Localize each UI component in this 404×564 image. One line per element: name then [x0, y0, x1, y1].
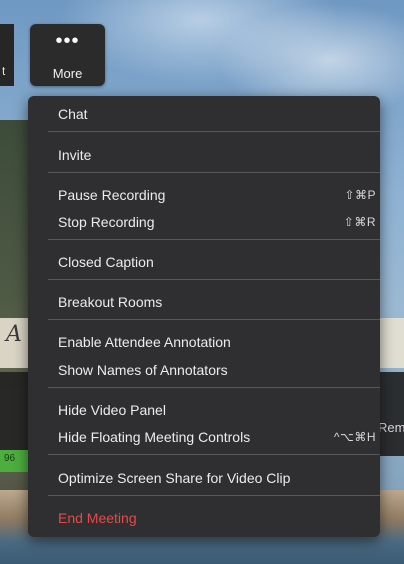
menu-divider [48, 387, 380, 388]
meeting-screen: A Ne Rem 96 t ••• More Chat Invite Pause… [0, 0, 404, 564]
menu-item-end-meeting[interactable]: End Meeting [58, 508, 358, 528]
menu-divider [48, 239, 380, 240]
more-button-label: More [52, 66, 83, 81]
menu-item-label: Show Names of Annotators [58, 362, 228, 378]
menu-item-label: Invite [58, 147, 92, 163]
menu-divider [48, 172, 380, 173]
menu-item-label: End Meeting [58, 510, 137, 526]
menu-item-hide-video-panel[interactable]: Hide Video Panel [58, 400, 358, 420]
more-menu: Chat Invite Pause Recording ⇧⌘P Stop Rec… [28, 96, 380, 537]
toolbar-left-label: t [2, 64, 6, 78]
menu-item-show-annotators[interactable]: Show Names of Annotators [58, 360, 358, 380]
menu-item-label: Enable Attendee Annotation [58, 334, 231, 350]
menu-item-closed-caption[interactable]: Closed Caption [58, 252, 358, 272]
menu-divider [48, 454, 380, 455]
menu-item-label: Stop Recording [58, 214, 155, 230]
background-toolbar-fragment-right: Rem [378, 420, 404, 435]
menu-item-optimize-screen-share[interactable]: Optimize Screen Share for Video Clip [58, 468, 358, 488]
menu-divider [48, 495, 380, 496]
menu-divider [48, 319, 380, 320]
more-button[interactable]: ••• More [30, 24, 105, 86]
menu-item-chat[interactable]: Chat [58, 104, 358, 124]
menu-divider [48, 131, 380, 132]
menu-divider [48, 279, 380, 280]
menu-item-label: Breakout Rooms [58, 294, 163, 310]
menu-item-pause-recording[interactable]: Pause Recording ⇧⌘P [58, 185, 376, 205]
background-green-text: 96 [4, 453, 16, 464]
ellipsis-icon: ••• [55, 30, 80, 52]
menu-item-stop-recording[interactable]: Stop Recording ⇧⌘R [58, 212, 375, 232]
menu-item-shortcut: ^⌥⌘H [333, 430, 376, 444]
menu-item-label: Hide Video Panel [58, 402, 166, 418]
menu-item-label: Chat [58, 106, 88, 122]
menu-item-label: Optimize Screen Share for Video Clip [58, 470, 291, 486]
menu-item-label: Hide Floating Meeting Controls [58, 429, 251, 445]
menu-item-label: Closed Caption [58, 254, 154, 270]
menu-item-label: Pause Recording [58, 187, 166, 203]
menu-item-breakout-rooms[interactable]: Breakout Rooms [58, 292, 358, 312]
menu-item-hide-floating-controls[interactable]: Hide Floating Meeting Controls ^⌥⌘H [58, 427, 375, 447]
menu-item-enable-annotation[interactable]: Enable Attendee Annotation [58, 332, 358, 352]
menu-item-shortcut: ⇧⌘R [343, 215, 376, 229]
background-band-letter: A [6, 322, 22, 347]
menu-item-invite[interactable]: Invite [58, 145, 358, 165]
menu-item-shortcut: ⇧⌘P [344, 188, 376, 202]
